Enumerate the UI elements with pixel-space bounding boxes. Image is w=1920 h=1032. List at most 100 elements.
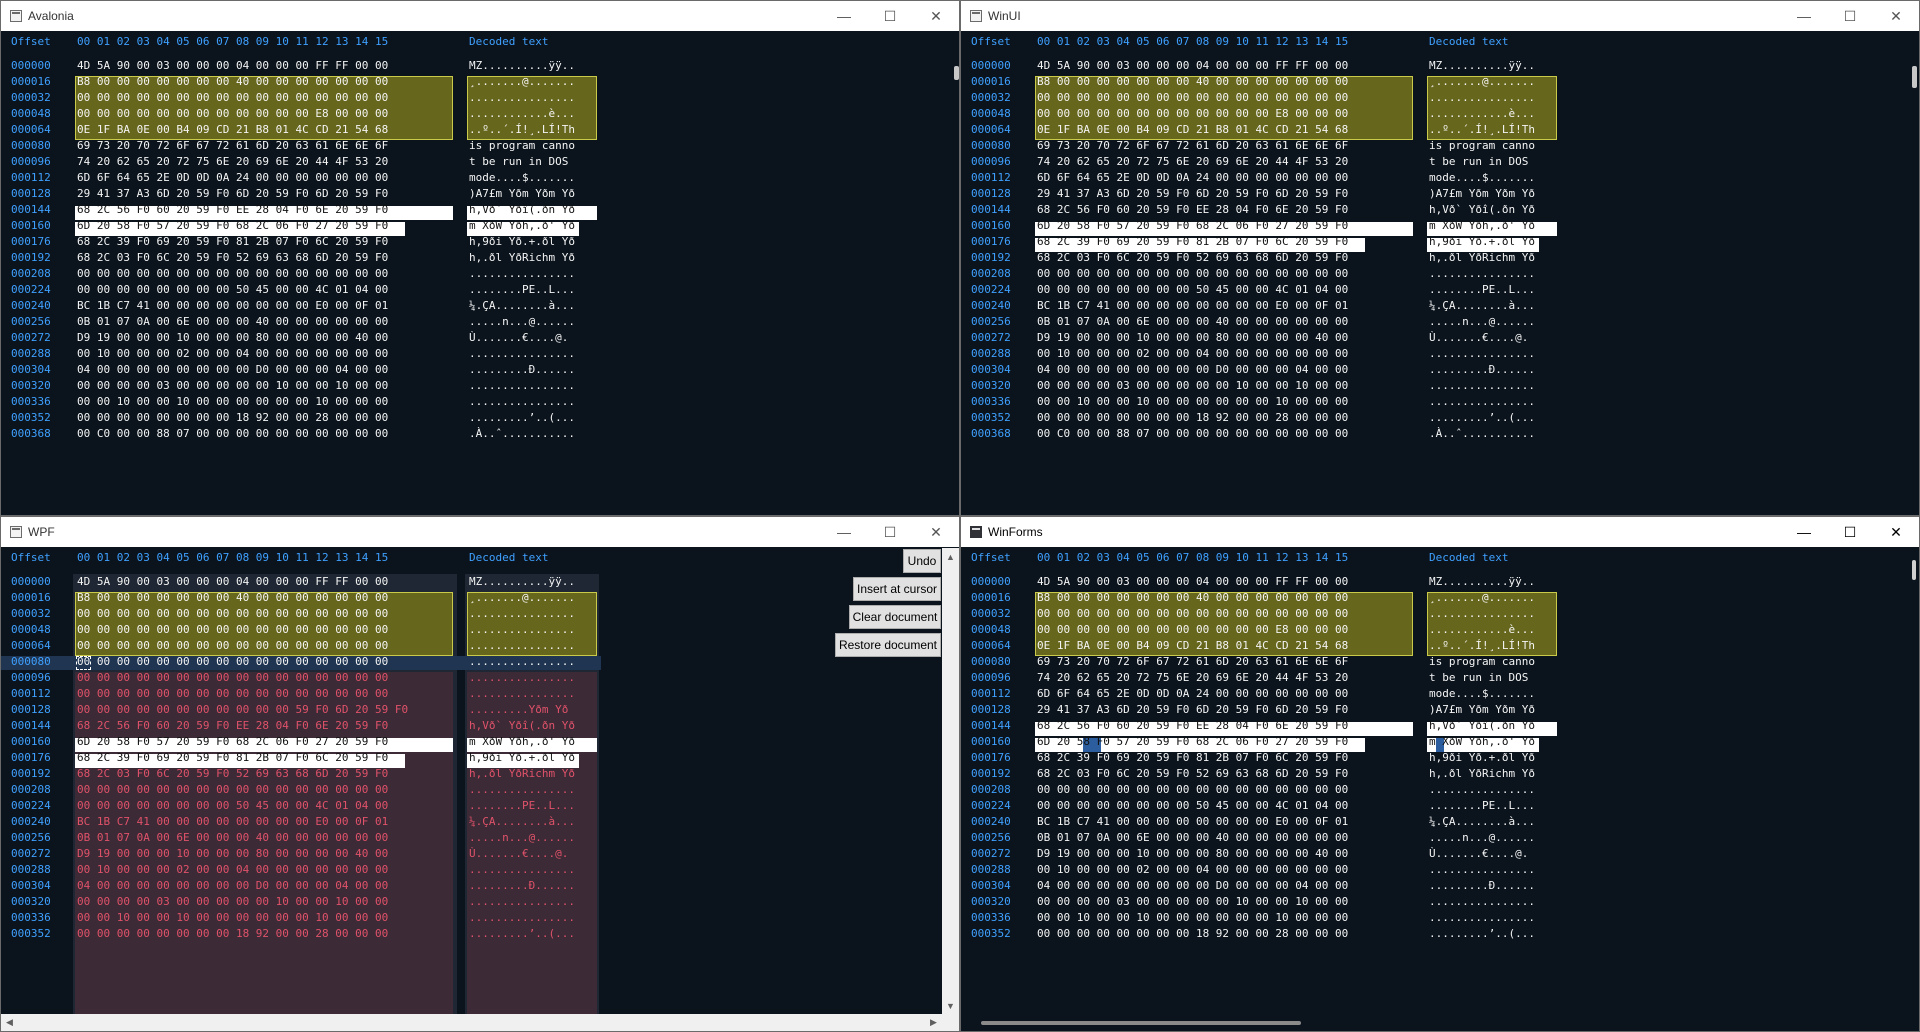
row-decoded: is program canno (1429, 655, 1535, 668)
row-decoded: ..º..´.Í!¸.LÍ!Th (469, 123, 575, 136)
row-offset: 000224 (11, 799, 51, 812)
undo-button[interactable]: Undo (903, 549, 941, 573)
row-offset: 000352 (971, 411, 1011, 424)
row-bytes: 00 00 00 00 00 00 00 00 00 00 00 00 00 0… (1037, 783, 1349, 796)
maximize-button[interactable]: ☐ (867, 517, 913, 547)
row-decoded: ........PE..L... (1429, 283, 1535, 296)
vertical-scrollbar[interactable] (1912, 560, 1916, 580)
scroll-down-icon[interactable]: ▼ (942, 997, 959, 1014)
row-bytes: 04 00 00 00 00 00 00 00 00 D0 00 00 00 0… (77, 879, 389, 892)
row-offset: 000160 (971, 219, 1011, 232)
row-decoded: .........’..(... (469, 411, 575, 424)
row-decoded: .À..ˆ........... (469, 427, 575, 440)
minimize-button[interactable]: — (1781, 517, 1827, 547)
offset-header: Offset (11, 35, 51, 48)
horizontal-scrollbar[interactable]: ◀ ▶ (1, 1014, 942, 1031)
hex-editor[interactable]: Offset 00 01 02 03 04 05 06 07 08 09 10 1… (961, 32, 1919, 515)
row-decoded: ................ (469, 671, 575, 684)
row-decoded: h,9ði Yð.+.ðl Yð (1429, 751, 1535, 764)
maximize-button[interactable]: ☐ (1827, 1, 1873, 31)
close-button[interactable]: ✕ (1873, 1, 1919, 31)
row-bytes: 00 00 00 00 03 00 00 00 00 00 10 00 00 1… (77, 895, 389, 908)
clear-document-button[interactable]: Clear document (849, 605, 941, 629)
row-offset: 000096 (971, 671, 1011, 684)
row-bytes: 00 00 00 00 00 00 00 00 00 00 00 59 F0 6… (77, 703, 409, 716)
minimize-button[interactable]: — (1781, 1, 1827, 31)
title-bar[interactable]: WinUI — ☐ ✕ (961, 1, 1919, 31)
row-offset: 000064 (971, 639, 1011, 652)
restore-document-button[interactable]: Restore document (835, 633, 941, 657)
row-offset: 000304 (971, 879, 1011, 892)
row-offset: 000096 (11, 671, 51, 684)
row-offset: 000240 (11, 815, 51, 828)
row-bytes: 00 00 00 00 00 00 00 00 00 00 00 00 00 0… (77, 655, 389, 668)
row-bytes: 00 00 10 00 00 10 00 00 00 00 00 00 10 0… (1037, 911, 1349, 924)
row-decoded: ................ (469, 639, 575, 652)
row-decoded: ¼.ÇA........à... (1429, 299, 1535, 312)
decoded-header: Decoded text (1429, 551, 1509, 564)
row-offset: 000224 (971, 283, 1011, 296)
hex-editor[interactable]: ▲ ▼ ◀ ▶ Offset 00 01 02 03 04 05 06 07 08… (1, 548, 959, 1031)
minimize-button[interactable]: — (821, 517, 867, 547)
row-offset: 000304 (11, 879, 51, 892)
hex-editor[interactable]: Offset 00 01 02 03 04 05 06 07 08 09 10 1… (1, 32, 959, 515)
row-decoded: ................ (1429, 607, 1535, 620)
hex-editor[interactable]: Offset 00 01 02 03 04 05 06 07 08 09 10 1… (961, 548, 1919, 1031)
row-decoded: .À..ˆ........... (1429, 427, 1535, 440)
minimize-button[interactable]: — (821, 1, 867, 31)
vertical-scrollbar[interactable] (1912, 66, 1917, 88)
row-bytes: 00 00 00 00 00 00 00 00 18 92 00 00 28 0… (1037, 411, 1349, 424)
decoded-header: Decoded text (1429, 35, 1509, 48)
close-button[interactable]: ✕ (913, 517, 959, 547)
vertical-scrollbar[interactable] (954, 66, 959, 80)
row-offset: 000032 (11, 607, 51, 620)
row-offset: 000064 (11, 639, 51, 652)
title-bar[interactable]: WPF — ☐ ✕ (1, 517, 959, 547)
close-button[interactable]: ✕ (1873, 517, 1919, 547)
row-offset: 000368 (11, 427, 51, 440)
row-bytes: 00 00 00 00 00 00 00 00 00 00 00 00 E8 0… (1037, 107, 1349, 120)
row-bytes: 00 10 00 00 00 02 00 00 04 00 00 00 00 0… (1037, 347, 1349, 360)
maximize-button[interactable]: ☐ (1827, 517, 1873, 547)
row-decoded: ..º..´.Í!¸.LÍ!Th (1429, 123, 1535, 136)
row-offset: 000048 (971, 623, 1011, 636)
row-decoded: ................ (1429, 91, 1535, 104)
window-title: WPF (28, 525, 55, 539)
row-bytes: BC 1B C7 41 00 00 00 00 00 00 00 00 E0 0… (77, 815, 389, 828)
row-decoded: m XðW Yðh,.ð' Yð (469, 735, 575, 748)
row-decoded: ................ (469, 607, 575, 620)
row-decoded: h,Vð` Yðî(.ðn Yð (469, 719, 575, 732)
row-bytes: 68 2C 03 F0 6C 20 59 F0 52 69 63 68 6D 2… (1037, 767, 1349, 780)
row-decoded: ........PE..L... (1429, 799, 1535, 812)
title-bar[interactable]: WinForms — ☐ ✕ (961, 517, 1919, 547)
maximize-button[interactable]: ☐ (867, 1, 913, 31)
vertical-scrollbar[interactable]: ▲ ▼ (942, 548, 959, 1031)
horizontal-scrollbar[interactable] (981, 1021, 1301, 1025)
title-bar[interactable]: Avalonia — ☐ ✕ (1, 1, 959, 31)
row-decoded: ................ (469, 911, 575, 924)
row-decoded: MZ..........ÿÿ.. (1429, 59, 1535, 72)
scroll-right-icon[interactable]: ▶ (925, 1014, 942, 1031)
row-offset: 000080 (11, 655, 51, 668)
row-decoded: is program canno (1429, 139, 1535, 152)
scroll-up-icon[interactable]: ▲ (942, 548, 959, 565)
row-decoded: ................ (1429, 895, 1535, 908)
row-decoded: t be run in DOS (469, 155, 575, 168)
app-icon (10, 10, 22, 22)
row-offset: 000272 (971, 847, 1011, 860)
insert-at-cursor-button[interactable]: Insert at cursor (853, 577, 941, 601)
row-offset: 000256 (11, 831, 51, 844)
row-offset: 000272 (11, 847, 51, 860)
byte-column-header: 00 01 02 03 04 05 06 07 08 09 10 11 12 1… (77, 35, 389, 48)
row-bytes: 68 2C 56 F0 60 20 59 F0 EE 28 04 F0 6E 2… (77, 203, 389, 216)
row-bytes: 0B 01 07 0A 00 6E 00 00 00 40 00 00 00 0… (77, 831, 389, 844)
row-bytes: 00 10 00 00 00 02 00 00 04 00 00 00 00 0… (1037, 863, 1349, 876)
row-offset: 000320 (11, 895, 51, 908)
close-button[interactable]: ✕ (913, 1, 959, 31)
row-decoded: .........Ð...... (1429, 363, 1535, 376)
scroll-left-icon[interactable]: ◀ (1, 1014, 18, 1031)
row-offset: 000336 (971, 911, 1011, 924)
row-decoded: MZ..........ÿÿ.. (1429, 575, 1535, 588)
row-bytes: 00 00 00 00 00 00 00 00 00 00 00 00 00 0… (77, 687, 389, 700)
row-decoded: h,Vð` Yðî(.ðn Yð (469, 203, 575, 216)
